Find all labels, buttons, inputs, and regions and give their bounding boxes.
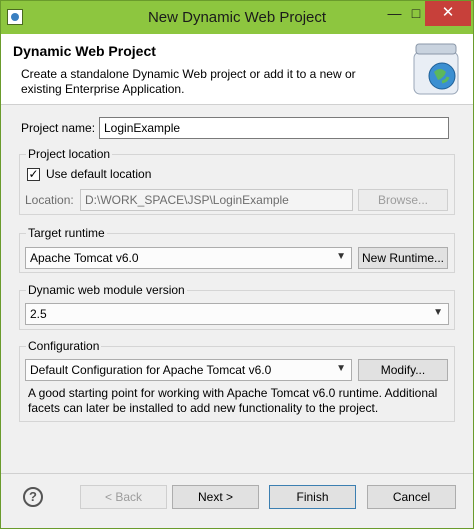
help-icon[interactable]: ? [23, 487, 43, 507]
location-label: Location: [25, 193, 74, 207]
use-default-location-checkbox[interactable]: ✓ [27, 168, 40, 181]
module-version-value: 2.5 [30, 307, 47, 321]
target-runtime-label: Target runtime [26, 226, 107, 240]
next-button[interactable]: Next > [172, 485, 259, 509]
back-button[interactable]: < Back [80, 485, 167, 509]
module-version-select[interactable]: 2.5 ▼ [25, 303, 449, 325]
browse-button[interactable]: Browse... [358, 189, 448, 211]
maximize-button[interactable]: □ [407, 1, 425, 26]
location-input[interactable]: D:\WORK_SPACE\JSP\LoginExample [80, 189, 353, 211]
chevron-down-icon: ▼ [433, 307, 443, 318]
project-name-input[interactable]: LoginExample [99, 117, 449, 139]
configuration-value: Default Configuration for Apache Tomcat … [30, 363, 272, 377]
page-title: Dynamic Web Project [13, 43, 156, 59]
module-version-label: Dynamic web module version [26, 283, 187, 297]
target-runtime-select[interactable]: Apache Tomcat v6.0 ▼ [25, 247, 352, 269]
chevron-down-icon: ▼ [336, 251, 346, 262]
wizard-header: Dynamic Web Project Create a standalone … [1, 34, 473, 105]
wizard-window: New Dynamic Web Project — □ ✕ Dynamic We… [0, 0, 474, 529]
minimize-button[interactable]: — [382, 1, 407, 26]
configuration-description: A good starting point for working with A… [28, 386, 438, 415]
project-location-label: Project location [26, 147, 113, 161]
configuration-select[interactable]: Default Configuration for Apache Tomcat … [25, 359, 352, 381]
title-bar[interactable]: New Dynamic Web Project — □ ✕ [1, 1, 473, 34]
target-runtime-value: Apache Tomcat v6.0 [30, 251, 139, 265]
new-runtime-button[interactable]: New Runtime... [358, 247, 448, 269]
project-name-label: Project name: [21, 121, 96, 135]
cancel-button[interactable]: Cancel [367, 485, 456, 509]
web-project-jar-icon [413, 43, 459, 95]
footer-divider [1, 473, 473, 474]
page-description: Create a standalone Dynamic Web project … [21, 67, 356, 96]
modify-button[interactable]: Modify... [358, 359, 448, 381]
finish-button[interactable]: Finish [269, 485, 356, 509]
chevron-down-icon: ▼ [336, 363, 346, 374]
use-default-location-label: Use default location [46, 167, 152, 181]
close-button[interactable]: ✕ [425, 1, 471, 26]
configuration-label: Configuration [26, 339, 102, 353]
